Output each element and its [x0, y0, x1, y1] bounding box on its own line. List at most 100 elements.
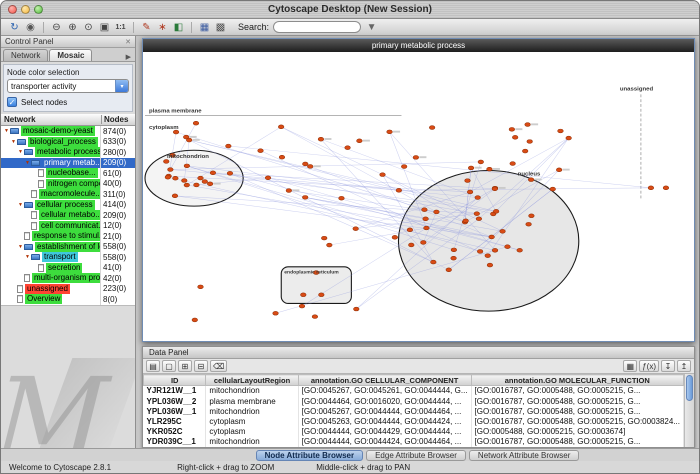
tree-row-overview[interactable]: Overview8(0) — [1, 294, 135, 305]
network-node[interactable] — [353, 307, 359, 311]
network-node[interactable] — [300, 293, 306, 297]
tree-header-network[interactable]: Network — [1, 115, 101, 124]
network-node[interactable] — [477, 249, 483, 253]
checkbox-checked-icon[interactable]: ✓ — [7, 97, 17, 107]
network-node[interactable] — [528, 178, 534, 182]
export-attributes-icon[interactable]: ↥ — [677, 360, 691, 372]
column-header-cellularlayoutregion[interactable]: cellularLayoutRegion — [206, 375, 298, 386]
network-node[interactable] — [492, 187, 498, 191]
network-node[interactable] — [424, 226, 430, 230]
network-node[interactable] — [465, 179, 471, 183]
network-node[interactable] — [312, 315, 318, 319]
zoom-window-icon[interactable] — [34, 5, 43, 14]
network-node[interactable] — [527, 140, 533, 144]
grid-layout-icon[interactable]: ▦ — [197, 20, 212, 34]
network-node[interactable] — [468, 166, 474, 170]
expand-toggle-icon[interactable]: ▼ — [17, 149, 24, 155]
tree-row-nitrogen-compo[interactable]: nitrogen compo...40(0) — [1, 179, 135, 190]
network-node[interactable] — [168, 168, 174, 172]
network-node[interactable] — [353, 227, 359, 231]
network-node[interactable] — [467, 190, 473, 194]
network-node[interactable] — [339, 196, 345, 200]
network-node[interactable] — [487, 263, 493, 267]
network-node[interactable] — [522, 149, 528, 153]
network-node[interactable] — [307, 165, 313, 169]
expand-toggle-icon[interactable]: ▼ — [10, 139, 17, 145]
network-node[interactable] — [431, 260, 437, 264]
node-color-select[interactable]: transporter activity ▾ — [7, 79, 129, 93]
expand-toggle-icon[interactable]: ▼ — [17, 244, 24, 250]
zoom-in-icon[interactable]: ⊕ — [65, 20, 80, 34]
network-node[interactable] — [566, 136, 572, 140]
network-node[interactable] — [475, 196, 481, 200]
network-node[interactable] — [446, 268, 452, 272]
window-titlebar[interactable]: Cytoscape Desktop (New Session) — [1, 1, 699, 19]
tree-row-primary-metab[interactable]: ▼primary metab...209(0) — [1, 158, 135, 169]
annotation-icon[interactable]: ✎ — [139, 20, 154, 34]
tree-row-cell-communicat[interactable]: cell communicat...12(0) — [1, 221, 135, 232]
network-node[interactable] — [648, 186, 654, 190]
network-node[interactable] — [198, 176, 204, 180]
network-node[interactable] — [401, 165, 407, 169]
network-node[interactable] — [319, 293, 325, 297]
network-node[interactable] — [198, 285, 204, 289]
network-node[interactable] — [321, 236, 327, 240]
tree-row-transport[interactable]: ▼transport558(0) — [1, 252, 135, 263]
tree-header-nodes[interactable]: Nodes — [101, 115, 135, 124]
select-nodes-checkbox[interactable]: ✓ Select nodes — [7, 97, 129, 107]
network-node[interactable] — [278, 125, 284, 129]
network-node[interactable] — [192, 318, 198, 322]
tree-row-cellular-metabo[interactable]: cellular metabo...209(0) — [1, 210, 135, 221]
network-node[interactable] — [173, 176, 179, 180]
scrollbar-thumb[interactable] — [686, 375, 693, 401]
tab-network[interactable]: Network — [3, 49, 48, 61]
search-input[interactable] — [273, 21, 361, 33]
network-node[interactable] — [556, 168, 562, 172]
attribute-row-ypl036w-2[interactable]: YPL036W__2plasma membrane[GO:0044464, GO… — [144, 396, 684, 406]
network-node[interactable] — [207, 182, 213, 186]
network-node[interactable] — [474, 212, 480, 216]
network-node[interactable] — [558, 129, 564, 133]
data-panel-header[interactable]: Data Panel — [143, 347, 694, 359]
zoom-selected-icon[interactable]: ⊙ — [81, 20, 96, 34]
network-node[interactable] — [165, 175, 171, 179]
attribute-row-yjr121w-1[interactable]: YJR121W__1mitochondrion[GO:0045267, GO:0… — [144, 386, 684, 397]
network-node[interactable] — [227, 171, 233, 175]
network-node[interactable] — [396, 188, 402, 192]
tab-node-attribute-browser[interactable]: Node Attribute Browser — [256, 450, 364, 461]
tree-row-multi-organism-pro[interactable]: multi-organism pro...42(0) — [1, 273, 135, 284]
network-node[interactable] — [463, 219, 469, 223]
search-options-icon[interactable]: ▼ — [364, 20, 379, 34]
delete-attribute-icon[interactable]: ⊟ — [194, 360, 208, 372]
minimize-window-icon[interactable] — [21, 5, 30, 14]
tree-row-macromolecule[interactable]: macromolecule...311(0) — [1, 189, 135, 200]
network-node[interactable] — [478, 160, 484, 164]
network-node[interactable] — [184, 164, 190, 168]
attribute-row-ypl036w-1[interactable]: YPL036W__1mitochondrion[GO:0045267, GO:0… — [144, 406, 684, 416]
trash-icon[interactable]: ⌫ — [210, 360, 227, 372]
network-node[interactable] — [663, 186, 669, 190]
zoom-out-icon[interactable]: ⊖ — [49, 20, 64, 34]
network-node[interactable] — [434, 210, 440, 214]
zoom-fit-icon[interactable]: ▣ — [97, 20, 112, 34]
attribute-columns-icon[interactable]: ▦ — [623, 360, 637, 372]
expand-toggle-icon[interactable]: ▼ — [24, 254, 31, 260]
network-node[interactable] — [493, 209, 499, 213]
network-node[interactable] — [407, 228, 413, 232]
tabs-scroll-right-icon[interactable]: ▶ — [122, 53, 135, 61]
tab-mosaic[interactable]: Mosaic — [49, 49, 92, 61]
network-node[interactable] — [408, 243, 414, 247]
expand-toggle-icon[interactable]: ▼ — [17, 202, 24, 208]
network-node[interactable] — [318, 137, 324, 141]
tree-row-mosaic-demo-yeast[interactable]: ▼mosaic-demo-yeast874(0) — [1, 126, 135, 137]
tree-row-unassigned[interactable]: unassigned223(0) — [1, 284, 135, 295]
column-header-annotation-go-cellular-component[interactable]: annotation.GO CELLULAR_COMPONENT — [298, 375, 471, 386]
network-node[interactable] — [429, 126, 435, 130]
select-attributes-icon[interactable]: ▤ — [146, 360, 160, 372]
network-node[interactable] — [286, 189, 292, 193]
snapshot-icon[interactable]: ◉ — [23, 20, 38, 34]
network-node[interactable] — [512, 135, 518, 139]
tab-network-attribute-browser[interactable]: Network Attribute Browser — [469, 450, 579, 461]
expand-toggle-icon[interactable]: ▼ — [24, 160, 31, 166]
network-node[interactable] — [193, 121, 199, 125]
